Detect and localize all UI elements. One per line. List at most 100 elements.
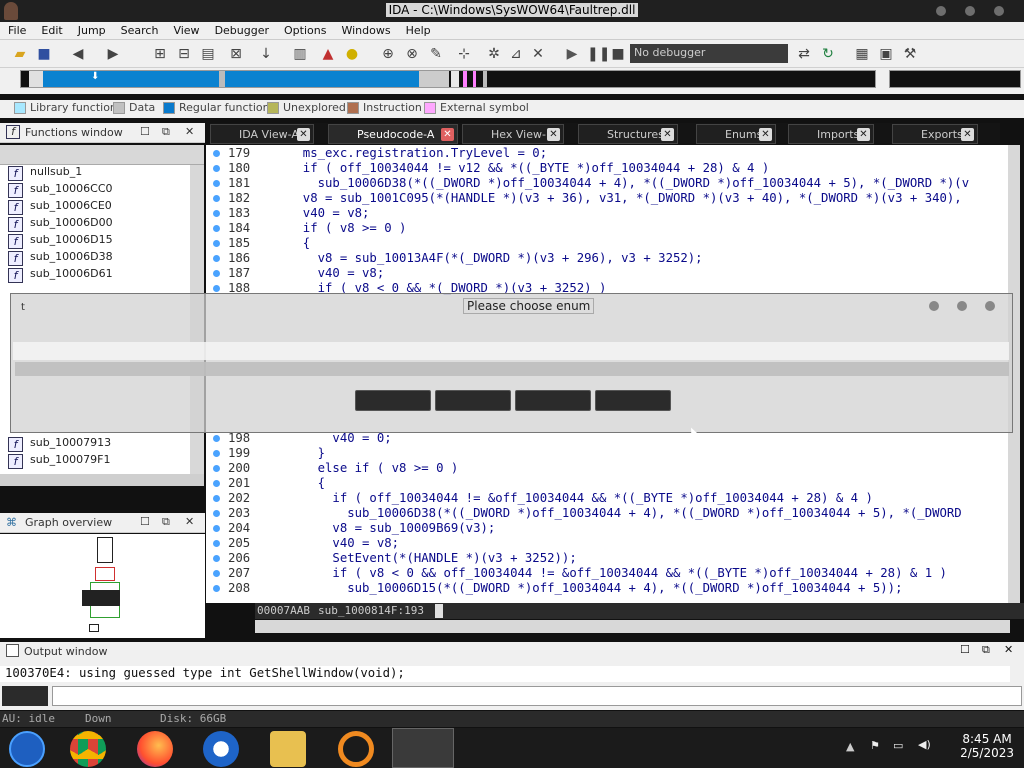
- tab-exports[interactable]: Exports ✕: [892, 124, 978, 144]
- list-item[interactable]: f sub_10006D61: [0, 267, 204, 284]
- code-line[interactable]: if ( off_10034044 != v12 && *((_BYTE *)o…: [288, 161, 769, 176]
- dialog-maximize-button[interactable]: [957, 301, 967, 311]
- menu-view[interactable]: View: [165, 22, 206, 37]
- active-app-icon[interactable]: [392, 728, 454, 768]
- dialog-close-button[interactable]: [985, 301, 995, 311]
- code-hscrollbar[interactable]: [255, 620, 1010, 633]
- warning-icon[interactable]: ▲: [320, 46, 336, 62]
- pause-icon[interactable]: ❚❚: [587, 46, 610, 62]
- struct-icon[interactable]: ▥: [292, 46, 308, 62]
- tab-pseudocode[interactable]: Pseudocode-A ✕: [328, 124, 458, 144]
- panel-restore-button[interactable]: ☐: [140, 125, 150, 138]
- tag-icon[interactable]: ⊿: [508, 46, 524, 62]
- code-line[interactable]: v40 = 0;: [288, 431, 391, 446]
- graph-overview[interactable]: [0, 534, 205, 638]
- close-icon[interactable]: ✕: [857, 128, 870, 141]
- list-item[interactable]: f sub_10006D38: [0, 250, 204, 267]
- tab-imports[interactable]: Imports ✕: [788, 124, 874, 144]
- ok-button[interactable]: [355, 390, 431, 411]
- gear-icon[interactable]: ✲: [486, 46, 502, 62]
- file-explorer-icon[interactable]: [270, 731, 306, 767]
- idc-language-button[interactable]: [2, 686, 48, 706]
- close-icon[interactable]: ✕: [961, 128, 974, 141]
- panel-restore-button[interactable]: ☐: [140, 515, 150, 528]
- panel-close-button[interactable]: ✕: [1004, 643, 1013, 656]
- list-item[interactable]: f sub_10006D15: [0, 233, 204, 250]
- forward-arrow-icon[interactable]: ▶: [105, 46, 121, 62]
- choose-enum-dialog[interactable]: Please choose enum t: [10, 293, 1013, 433]
- search-icon[interactable]: [338, 731, 374, 767]
- code-line[interactable]: ms_exc.registration.TryLevel = 0;: [288, 146, 547, 161]
- minimize-button[interactable]: [936, 6, 946, 16]
- refresh-icon[interactable]: ↻: [820, 46, 836, 62]
- firefox-icon[interactable]: [137, 731, 173, 767]
- list-item[interactable]: f sub_100079F1: [0, 453, 204, 470]
- command-input[interactable]: [52, 686, 1022, 706]
- menu-options[interactable]: Options: [276, 22, 333, 37]
- edit-icon[interactable]: ✎: [428, 46, 444, 62]
- string-icon[interactable]: ▤: [200, 46, 216, 62]
- panel-float-button[interactable]: ⧉: [162, 125, 170, 139]
- close-icon[interactable]: ✕: [441, 128, 454, 141]
- campaign-logo-icon[interactable]: [203, 731, 239, 767]
- link-icon[interactable]: ⊹: [456, 46, 472, 62]
- code-line[interactable]: sub_10006D38(*((_DWORD *)off_10034044 + …: [288, 176, 970, 191]
- data-icon[interactable]: ⊟: [176, 46, 192, 62]
- close-button[interactable]: [994, 6, 1004, 16]
- code-line[interactable]: sub_10006D38(*((_DWORD *)off_10034044 + …: [288, 506, 962, 521]
- code-line[interactable]: v40 = v8;: [288, 206, 370, 221]
- window-icon[interactable]: ▣: [878, 46, 894, 62]
- code-line[interactable]: v8 = sub_10009B69(v3);: [288, 521, 495, 536]
- close-icon[interactable]: ✕: [297, 128, 310, 141]
- graph-icon[interactable]: ⊕: [380, 46, 396, 62]
- search-button[interactable]: [595, 390, 671, 411]
- code-icon[interactable]: ⊞: [152, 46, 168, 62]
- code-line[interactable]: v40 = v8;: [288, 266, 385, 281]
- close-icon[interactable]: ✕: [547, 128, 560, 141]
- code-line[interactable]: {: [288, 476, 325, 491]
- play-icon[interactable]: ▶: [564, 46, 580, 62]
- save-icon[interactable]: ■: [36, 46, 52, 62]
- stop-icon[interactable]: ■: [610, 46, 626, 62]
- code-line[interactable]: v8 = sub_10013A4F(*(_DWORD *)(v3 + 296),…: [288, 251, 703, 266]
- node-icon[interactable]: ⊗: [404, 46, 420, 62]
- maximize-button[interactable]: [965, 6, 975, 16]
- menu-help[interactable]: Help: [398, 22, 438, 37]
- cancel-button[interactable]: [435, 390, 511, 411]
- volume-icon[interactable]: ◀): [918, 738, 931, 751]
- close-icon[interactable]: ✕: [759, 128, 772, 141]
- list-item[interactable]: f sub_10007913: [0, 436, 204, 453]
- array-icon[interactable]: ⊠: [228, 46, 244, 62]
- code-line[interactable]: v8 = sub_1001C095(*(HANDLE *)(v3 + 36), …: [288, 191, 962, 206]
- tab-enums[interactable]: Enums ✕: [696, 124, 776, 144]
- panel-close-button[interactable]: ✕: [185, 125, 194, 138]
- flag-icon[interactable]: ⚑: [870, 739, 880, 752]
- menu-search[interactable]: Search: [113, 22, 166, 37]
- enum-list-scrollbar[interactable]: [15, 362, 1009, 376]
- list-item[interactable]: f sub_10006CE0: [0, 199, 204, 216]
- panel-float-button[interactable]: ⧉: [162, 515, 170, 529]
- clock[interactable]: 8:45 AM 2/5/2023: [960, 732, 1014, 760]
- code-line[interactable]: else if ( v8 >= 0 ): [288, 461, 459, 476]
- lightbulb-icon[interactable]: ●: [344, 46, 360, 62]
- debugger-attach-icon[interactable]: ⇄: [796, 46, 812, 62]
- menu-file[interactable]: File: [0, 22, 33, 37]
- menu-debugger[interactable]: Debugger: [207, 22, 276, 37]
- code-line[interactable]: v40 = v8;: [288, 536, 399, 551]
- code-line[interactable]: }: [288, 446, 325, 461]
- debugger-select[interactable]: No debugger: [630, 44, 788, 63]
- navigation-band[interactable]: ⬇: [0, 68, 1024, 94]
- network-icon[interactable]: ▭: [893, 739, 903, 752]
- help-button[interactable]: [515, 390, 591, 411]
- code-line[interactable]: {: [288, 236, 310, 251]
- dialog-minimize-button[interactable]: [929, 301, 939, 311]
- menu-windows[interactable]: Windows: [333, 22, 397, 37]
- tray-chevron-icon[interactable]: ▲: [846, 740, 854, 753]
- code-line[interactable]: if ( off_10034044 != &off_10034044 && *(…: [288, 491, 872, 506]
- tab-hex-view[interactable]: Hex View-1 ✕: [462, 124, 564, 144]
- chrome-icon[interactable]: [70, 731, 106, 767]
- list-icon[interactable]: ▦: [854, 46, 870, 62]
- code-line[interactable]: if ( v8 < 0 && off_10034044 != &off_1003…: [288, 566, 947, 581]
- tab-ida-view[interactable]: IDA View-A ✕: [210, 124, 314, 144]
- tools-icon[interactable]: ⚒: [902, 46, 918, 62]
